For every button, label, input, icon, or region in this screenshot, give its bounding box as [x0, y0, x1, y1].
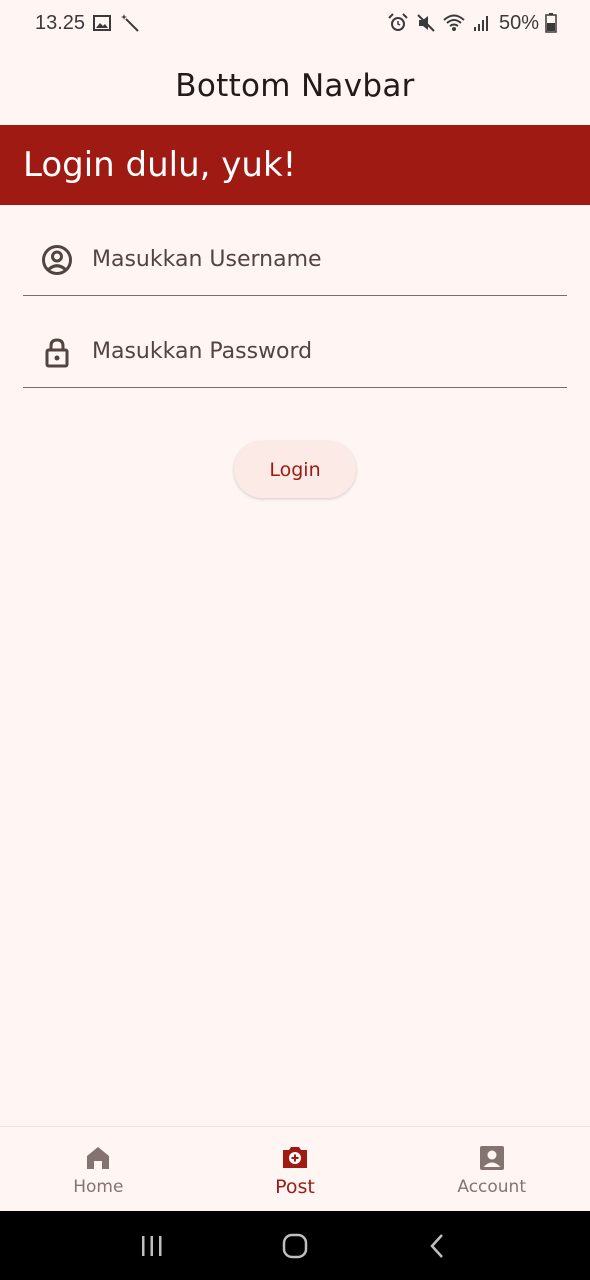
- nav-item-home[interactable]: Home: [0, 1127, 197, 1212]
- recent-apps-icon[interactable]: [132, 1226, 172, 1266]
- banner-text: Login dulu, yuk!: [23, 145, 297, 185]
- signal-icon: [471, 12, 493, 34]
- account-box-icon: [477, 1143, 507, 1173]
- nav-item-account[interactable]: Account: [393, 1127, 590, 1212]
- password-input[interactable]: [92, 339, 532, 364]
- magic-wand-icon: [119, 12, 141, 34]
- username-input[interactable]: [92, 247, 532, 272]
- alarm-icon: [387, 12, 409, 34]
- status-bar: 13.25 50%: [0, 0, 590, 46]
- app-bar: Bottom Navbar: [0, 46, 590, 125]
- nav-item-post[interactable]: Post: [197, 1127, 394, 1212]
- battery-percent: 50%: [498, 11, 539, 34]
- password-field[interactable]: [23, 316, 567, 388]
- app-title: Bottom Navbar: [175, 67, 415, 104]
- lock-icon: [40, 335, 74, 369]
- home-icon: [83, 1143, 113, 1173]
- username-field[interactable]: [23, 224, 567, 296]
- status-left: 13.25: [35, 12, 141, 35]
- mute-icon: [415, 12, 437, 34]
- login-button[interactable]: Login: [234, 441, 356, 498]
- system-navigation-bar: [0, 1211, 590, 1280]
- image-icon: [91, 12, 113, 34]
- battery-icon: [545, 12, 557, 34]
- account-circle-icon: [40, 243, 74, 277]
- status-right: 50%: [387, 12, 557, 35]
- back-icon[interactable]: [418, 1226, 458, 1266]
- home-button-icon[interactable]: [275, 1226, 315, 1266]
- nav-label-account: Account: [457, 1176, 526, 1197]
- nav-label-post: Post: [275, 1175, 315, 1198]
- wifi-icon: [443, 12, 465, 34]
- camera-icon: [280, 1142, 310, 1172]
- nav-label-home: Home: [73, 1176, 124, 1197]
- status-time: 13.25: [35, 11, 86, 34]
- login-banner: Login dulu, yuk!: [0, 125, 590, 205]
- bottom-navigation: Home Post Account: [0, 1126, 590, 1212]
